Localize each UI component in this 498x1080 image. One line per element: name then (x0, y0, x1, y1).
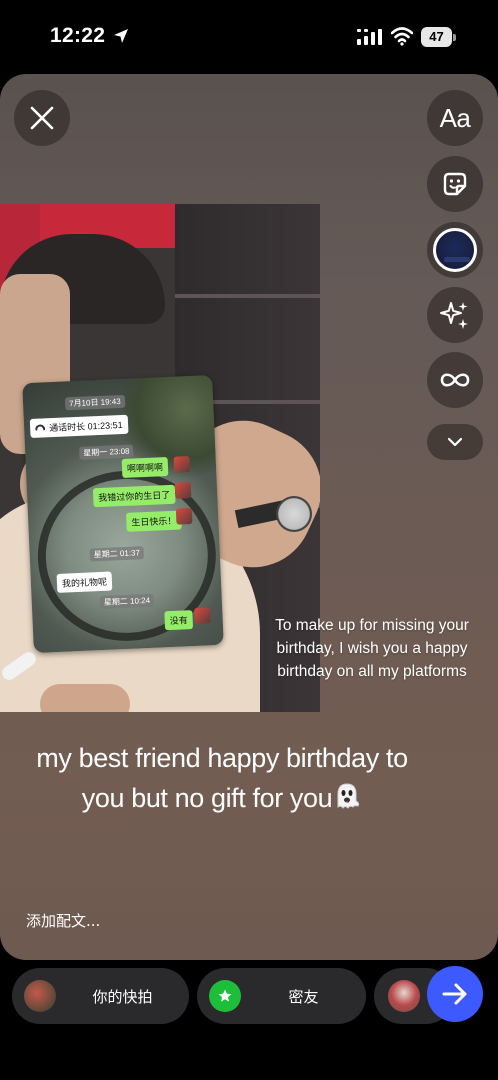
ghost-emoji-icon (337, 783, 360, 809)
text-tool-button[interactable]: Aa (427, 90, 483, 146)
cellular-signal-icon (357, 29, 382, 45)
effects-tool-button[interactable] (427, 287, 483, 343)
photo-watch (276, 496, 312, 532)
sticker-icon (443, 172, 467, 196)
story-text-large[interactable]: my best friend happy birthday to you but… (24, 738, 420, 818)
close-button[interactable] (14, 90, 70, 146)
chat-message-sent: 啊啊啊啊 (121, 457, 169, 478)
chat-avatar (175, 507, 193, 525)
share-close-friends-label: 密友 (288, 987, 319, 1006)
arrow-right-icon (442, 983, 467, 1005)
chat-call-duration: 通话时长 01:23:51 (48, 419, 123, 434)
sticker-tool-button[interactable] (427, 156, 483, 212)
share-close-friends-button[interactable]: 密友 (197, 968, 366, 1024)
close-icon (30, 106, 54, 130)
home-indicator (170, 1066, 328, 1071)
share-your-story-button[interactable]: 你的快拍 (12, 968, 189, 1024)
chat-message-sent: 我错过你的生日了 (92, 484, 176, 508)
chat-avatar (173, 456, 191, 473)
status-bar: 12:22 47 (0, 0, 498, 74)
story-text-small[interactable]: To make up for missing your birthday, I … (272, 614, 472, 683)
photo-hand (40, 684, 130, 712)
chat-message-received: 我的礼物呢 (56, 571, 113, 593)
story-canvas[interactable]: 7月10日 19:43 通话时长 01:23:51 星期一 23:08 啊啊啊啊… (0, 74, 498, 960)
music-tool-button[interactable] (427, 222, 483, 278)
chat-timestamp: 7月10日 19:43 (64, 394, 125, 411)
share-bar: 你的快拍 密友 (0, 966, 498, 1026)
battery-tip (453, 34, 456, 41)
battery-level: 47 (421, 27, 452, 47)
chat-message-sent: 没有 (164, 610, 194, 631)
chat-screenshot-sticker[interactable]: 7月10日 19:43 通话时长 01:23:51 星期一 23:08 啊啊啊啊… (22, 374, 224, 654)
send-button[interactable] (427, 966, 483, 1022)
wifi-icon (391, 27, 413, 46)
close-friends-star-icon (209, 980, 241, 1012)
status-time: 12:22 (50, 24, 106, 47)
chevron-down-icon (447, 437, 463, 447)
photo-shelf (175, 294, 320, 298)
share-your-story-label: 你的快拍 (92, 987, 153, 1006)
chat-timestamp: 星期二 01:37 (89, 546, 145, 562)
chat-avatar (174, 482, 192, 499)
chat-timestamp: 星期一 23:08 (79, 444, 134, 460)
chat-timestamp: 星期二 10:24 (99, 593, 155, 610)
avatar (388, 980, 420, 1012)
more-tools-button[interactable] (427, 424, 483, 460)
location-arrow-icon (114, 29, 128, 43)
chat-message-sent: 生日快乐！ (125, 510, 182, 532)
chat-avatar (194, 607, 211, 624)
add-caption-input[interactable]: 添加配文... (26, 910, 100, 931)
boomerang-tool-button[interactable] (427, 352, 483, 408)
avatar (24, 980, 56, 1012)
phone-icon (35, 424, 46, 431)
infinity-icon (440, 373, 470, 387)
chat-call-record: 通话时长 01:23:51 (29, 414, 129, 438)
music-icon (433, 228, 477, 272)
text-icon: Aa (439, 102, 471, 133)
battery-indicator: 47 (421, 27, 457, 47)
sparkles-icon (440, 302, 468, 329)
